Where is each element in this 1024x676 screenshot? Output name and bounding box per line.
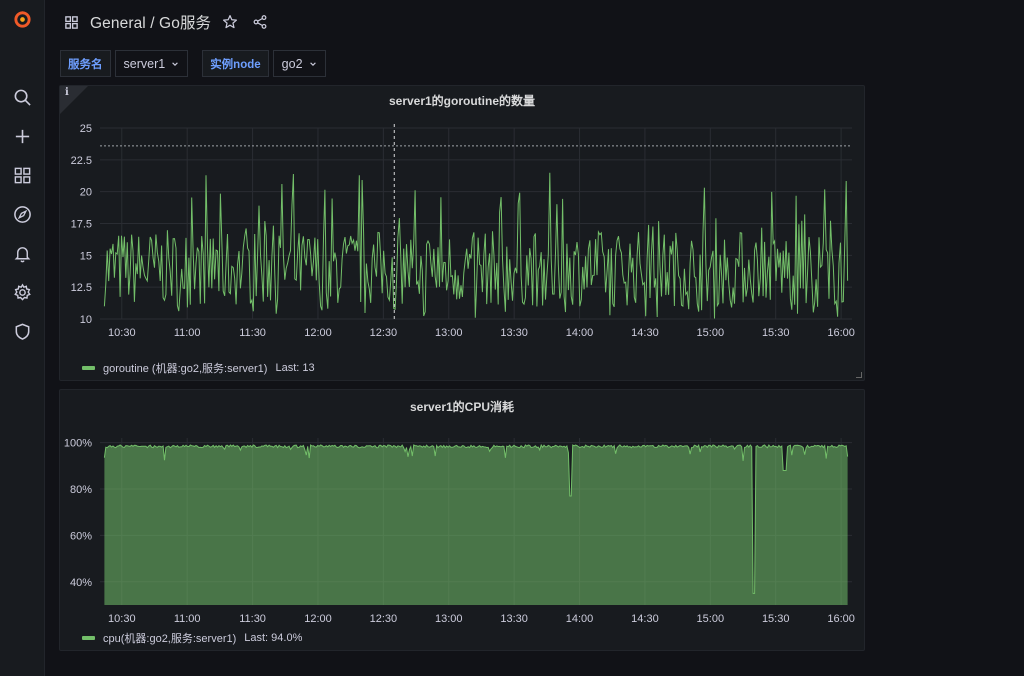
x-tick-label: 11:00: [174, 327, 201, 339]
x-tick-label: 14:30: [631, 613, 659, 625]
dashboards-icon[interactable]: [6, 159, 38, 191]
grafana-logo-icon[interactable]: [6, 3, 38, 35]
x-tick-label: 14:00: [566, 613, 594, 625]
x-tick-label: 15:00: [697, 613, 725, 625]
y-tick-label: 60%: [70, 530, 92, 542]
dashboards-icon[interactable]: [60, 11, 82, 33]
x-tick-label: 16:00: [827, 327, 855, 339]
series-line: [103, 172, 849, 319]
y-tick-label: 25: [80, 123, 92, 135]
y-tick-label: 17.5: [71, 219, 92, 231]
star-icon[interactable]: [219, 11, 241, 33]
shield-icon[interactable]: [6, 315, 38, 347]
gear-icon[interactable]: [6, 276, 38, 308]
y-tick-label: 100%: [64, 438, 92, 450]
legend-series-name: cpu(机器:go2,服务:server1): [103, 633, 237, 645]
x-tick-label: 12:30: [370, 613, 398, 625]
variable-select-node[interactable]: go2: [272, 50, 326, 77]
chevron-down-icon: [309, 61, 316, 66]
sidebar: [0, 0, 45, 676]
y-tick-label: 10: [80, 314, 92, 326]
variable-label-node: 实例node: [202, 50, 269, 77]
x-tick-label: 11:00: [174, 613, 201, 625]
x-tick-label: 15:00: [697, 327, 725, 339]
search-icon[interactable]: [6, 81, 38, 113]
dashboard-header: General / Go服务: [60, 8, 271, 36]
template-variables: 服务名 server1 实例node go2: [60, 50, 326, 77]
x-tick-label: 16:00: [827, 613, 855, 625]
x-tick-label: 13:30: [500, 327, 528, 339]
y-tick-label: 12.5: [71, 282, 92, 294]
variable-select-service[interactable]: server1: [114, 50, 189, 77]
variable-value-node: go2: [281, 56, 303, 71]
cpu-panel[interactable]: 40% 60% 80% 100% 10:30 11:00 11:30 12:00 12:30 13…: [59, 389, 865, 651]
x-tick-label: 11:30: [239, 327, 266, 339]
x-tick-label: 15:30: [762, 327, 790, 339]
variable-value-service: server1: [123, 56, 166, 71]
x-tick-label: 12:00: [304, 613, 332, 625]
x-tick-label: 13:30: [500, 613, 528, 625]
y-tick-label: 15: [80, 250, 92, 262]
legend-series-name: goroutine (机器:go2,服务:server1): [103, 363, 268, 375]
x-tick-label: 12:30: [370, 327, 398, 339]
series-area: [104, 445, 848, 605]
x-tick-label: 13:00: [435, 613, 463, 625]
bell-icon[interactable]: [6, 237, 38, 269]
resize-handle[interactable]: [856, 372, 862, 378]
y-tick-label: 80%: [70, 484, 92, 496]
x-tick-label: 14:30: [631, 327, 659, 339]
y-tick-label: 20: [80, 187, 92, 199]
panel-title[interactable]: server1的CPU消耗: [60, 398, 864, 415]
x-tick-label: 11:30: [239, 613, 266, 625]
legend-swatch: [82, 366, 95, 370]
x-tick-label: 14:00: [566, 327, 594, 339]
x-tick-label: 13:00: [435, 327, 463, 339]
goroutine-panel[interactable]: 10 12.5 15 17.5 20 22.5 25 10:30 11:00 11:30 12:00…: [59, 85, 865, 381]
chevron-down-icon: [172, 61, 178, 66]
variable-label-service: 服务名: [60, 50, 111, 77]
plus-icon[interactable]: [6, 120, 38, 152]
legend-swatch: [82, 636, 95, 640]
breadcrumb[interactable]: General / Go服务: [90, 11, 211, 33]
share-icon[interactable]: [249, 11, 271, 33]
goroutine-legend[interactable]: goroutine (机器:go2,服务:server1) Last: 13: [82, 360, 315, 376]
legend-last-value: Last: 94.0%: [244, 632, 303, 644]
x-tick-label: 10:30: [108, 613, 136, 625]
cpu-chart[interactable]: 40% 60% 80% 100% 10:30 11:00 11:30 12:00 12:30 13…: [60, 390, 866, 652]
y-tick-label: 22.5: [71, 155, 92, 167]
compass-icon[interactable]: [6, 198, 38, 230]
y-tick-label: 40%: [70, 577, 92, 589]
cpu-legend[interactable]: cpu(机器:go2,服务:server1) Last: 94.0%: [82, 630, 302, 646]
x-tick-label: 12:00: [304, 327, 332, 339]
legend-last-value: Last: 13: [275, 362, 315, 374]
x-tick-label: 10:30: [108, 327, 136, 339]
goroutine-chart[interactable]: 10 12.5 15 17.5 20 22.5 25 10:30 11:00 11:30 12:00…: [60, 86, 866, 382]
x-tick-label: 15:30: [762, 613, 790, 625]
panel-title[interactable]: server1的goroutine的数量: [60, 92, 864, 109]
